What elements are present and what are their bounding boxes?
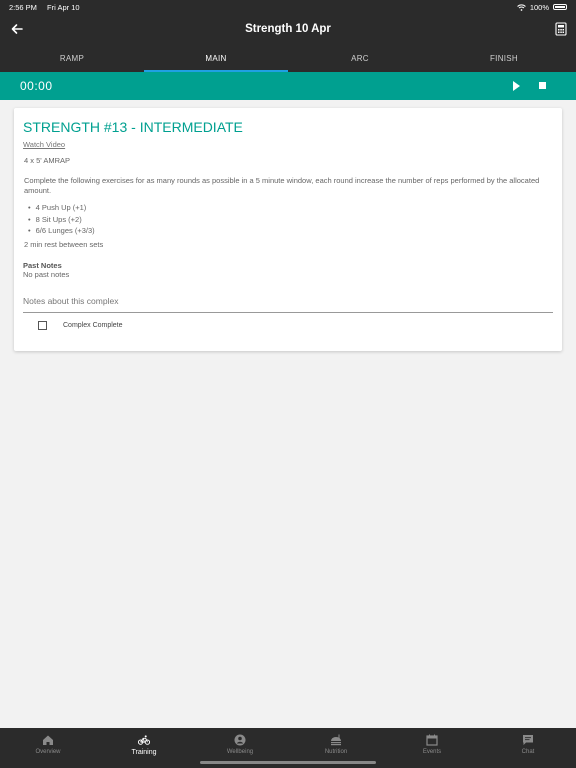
exercise-item: 4 Push Up (+1) (28, 202, 95, 214)
past-notes-value: No past notes (23, 270, 70, 279)
play-icon[interactable] (513, 81, 520, 91)
chat-icon (523, 735, 533, 745)
wifi-icon (517, 3, 526, 11)
exercise-card: STRENGTH #13 - INTERMEDIATE Watch Video … (14, 108, 562, 351)
tab-arc[interactable]: ARC (288, 44, 432, 72)
nav-training-label: Training (131, 749, 157, 756)
timer-display: 00:00 (20, 79, 53, 93)
past-notes-title: Past Notes (23, 261, 62, 270)
tab-finish[interactable]: FINISH (432, 44, 576, 72)
page-title: Strength 10 Apr (245, 23, 331, 35)
bicycle-icon (138, 735, 150, 745)
rest-info: 2 min rest between sets (24, 240, 104, 249)
bottom-nav: Overview Training Wellbeing Nutrition Ev… (0, 728, 576, 768)
notes-input[interactable] (23, 289, 553, 313)
timer-bar: 00:00 (0, 72, 576, 100)
app-header: Strength 10 Apr (0, 14, 576, 44)
exercise-scheme: 4 x 5' AMRAP (24, 156, 71, 165)
stop-icon[interactable] (539, 82, 546, 89)
nav-chat[interactable]: Chat (480, 728, 576, 768)
status-time: 2:56 PM (9, 2, 37, 12)
arrow-left-icon[interactable] (9, 21, 25, 37)
exercise-item: 6/6 Lunges (+3/3) (28, 225, 95, 237)
calculator-icon[interactable] (555, 22, 567, 36)
exercise-description: Complete the following exercises for as … (24, 176, 540, 195)
home-icon (43, 735, 53, 745)
calendar-icon (426, 734, 438, 746)
tab-ramp[interactable]: RAMP (0, 44, 144, 72)
food-icon (331, 734, 341, 746)
exercise-title: STRENGTH #13 - INTERMEDIATE (23, 119, 243, 135)
tab-main[interactable]: MAIN (144, 44, 288, 72)
nav-training[interactable]: Training (96, 728, 192, 768)
nav-nutrition-label: Nutrition (324, 749, 348, 755)
complex-complete-label: Complex Complete (63, 322, 123, 329)
status-left: 2:56 PM Fri Apr 10 (9, 3, 88, 12)
nav-overview[interactable]: Overview (0, 728, 96, 768)
nav-events[interactable]: Events (384, 728, 480, 768)
nav-wellbeing-label: Wellbeing (226, 749, 254, 755)
watch-video-link[interactable]: Watch Video (23, 140, 65, 149)
exercise-list: 4 Push Up (+1) 8 Sit Ups (+2) 6/6 Lunges… (28, 202, 95, 237)
complex-complete-checkbox[interactable] (38, 321, 47, 330)
status-right: 100% (517, 3, 567, 12)
nav-events-label: Events (422, 749, 442, 755)
nav-overview-label: Overview (35, 749, 61, 755)
user-circle-icon (234, 734, 246, 746)
battery-icon (553, 4, 567, 10)
status-date: Fri Apr 10 (47, 2, 80, 12)
status-bar: 2:56 PM Fri Apr 10 100% (0, 0, 576, 14)
exercise-item: 8 Sit Ups (+2) (28, 214, 95, 226)
battery-percent: 100% (529, 2, 549, 12)
home-indicator[interactable] (200, 761, 376, 764)
section-tabs: RAMP MAIN ARC FINISH (0, 44, 576, 72)
nav-chat-label: Chat (521, 749, 535, 755)
